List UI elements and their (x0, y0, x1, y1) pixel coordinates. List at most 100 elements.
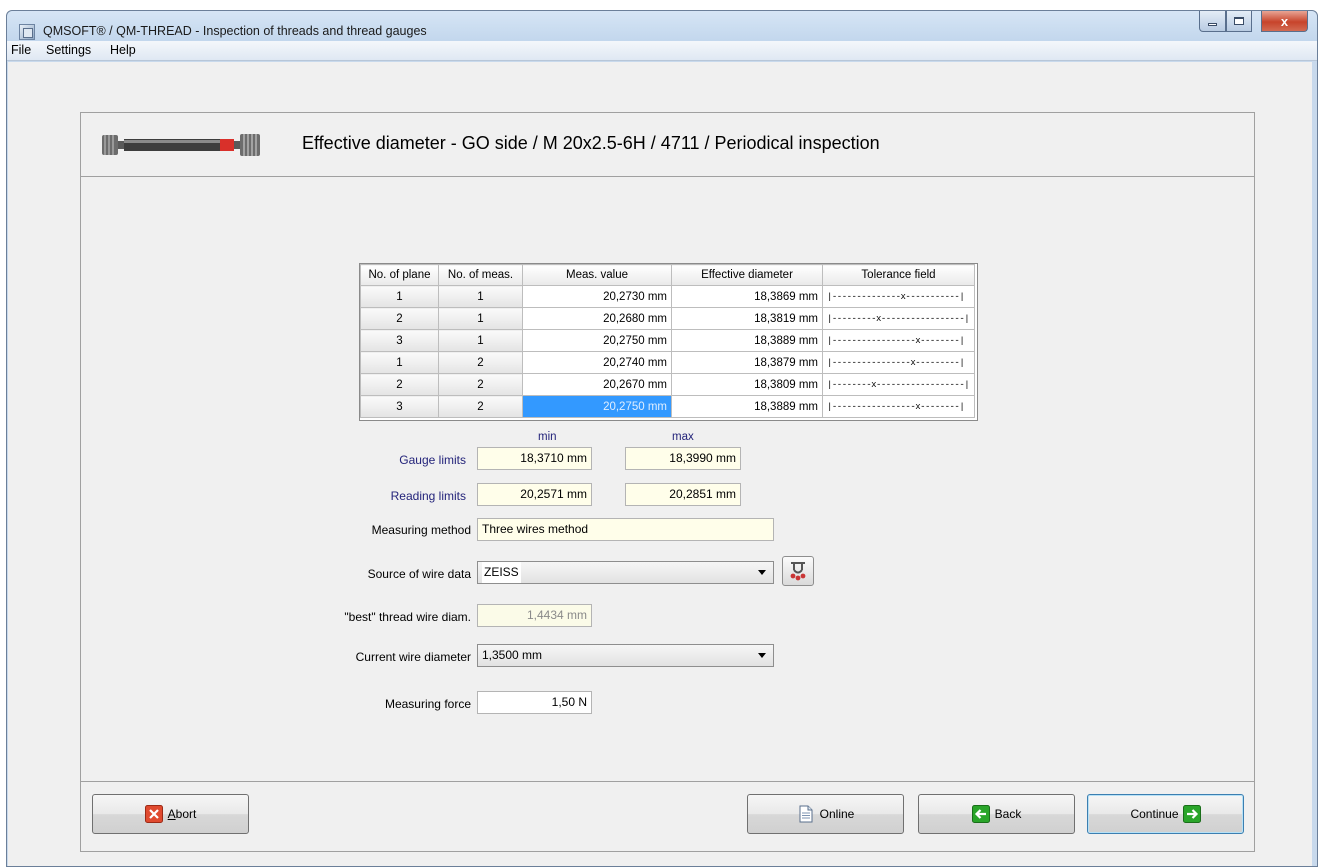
cell-plane: 3 (360, 329, 439, 352)
cell-meas: 2 (438, 395, 523, 418)
wire-source-label: Source of wire data (367, 567, 471, 581)
main-panel: Effective diameter - GO side / M 20x2.5-… (80, 112, 1255, 852)
measurement-table: No. of plane No. of meas. Meas. value Ef… (360, 264, 975, 418)
minimize-icon (1208, 23, 1217, 26)
panel-header: Effective diameter - GO side / M 20x2.5-… (81, 113, 1254, 177)
cell-meas: 2 (438, 373, 523, 396)
gauge-max-field: 18,3990 mm (625, 447, 741, 470)
menu-bar: File Settings Help (7, 41, 1317, 61)
cell-meas: 1 (438, 285, 523, 308)
back-label: Back (994, 807, 1022, 821)
max-header: max (672, 431, 694, 443)
cell-tolerance: |---------x-----------------| (822, 307, 975, 330)
cell-plane: 1 (360, 285, 439, 308)
abort-button[interactable]: Abort (92, 794, 249, 834)
back-button[interactable]: Back (918, 794, 1075, 834)
cell-meas: 1 (438, 307, 523, 330)
close-button[interactable]: x (1261, 11, 1308, 32)
green-arrow-right-icon (1182, 805, 1201, 823)
table-row[interactable]: 2 1 20,2680 mm 18,3819 mm |---------x---… (360, 307, 975, 330)
col-header-effective[interactable]: Effective diameter (671, 264, 823, 286)
cell-plane: 1 (360, 351, 439, 374)
table-row[interactable]: 1 1 20,2730 mm 18,3869 mm |-------------… (360, 285, 975, 308)
table-row[interactable]: 3 1 20,2750 mm 18,3889 mm |-------------… (360, 329, 975, 352)
menu-help[interactable]: Help (110, 43, 136, 57)
best-wire-field: 1,4434 mm (477, 604, 592, 627)
cell-plane: 3 (360, 395, 439, 418)
cell-value-selected[interactable]: 20,2750 mm (522, 395, 672, 418)
cell-effective: 18,3819 mm (671, 307, 823, 330)
footer-divider (81, 781, 1254, 782)
min-header: min (538, 431, 557, 443)
cell-value[interactable]: 20,2750 mm (522, 329, 672, 352)
gauge-min-field: 18,3710 mm (477, 447, 592, 470)
col-header-plane[interactable]: No. of plane (360, 264, 439, 286)
col-header-tolerance[interactable]: Tolerance field (822, 264, 975, 286)
online-label: Online (819, 807, 855, 821)
menu-settings[interactable]: Settings (46, 43, 91, 57)
thread-gauge-icon (102, 134, 260, 156)
col-header-meas[interactable]: No. of meas. (438, 264, 523, 286)
chevron-down-icon (758, 653, 766, 658)
measurement-grid[interactable]: No. of plane No. of meas. Meas. value Ef… (359, 263, 978, 421)
reading-max-field: 20,2851 mm (625, 483, 741, 506)
cell-meas: 2 (438, 351, 523, 374)
app-icon[interactable] (19, 24, 35, 40)
cell-value[interactable]: 20,2680 mm (522, 307, 672, 330)
app-window: QMSOFT® / QM-THREAD - Inspection of thre… (6, 10, 1318, 867)
abort-mnemonic: A (167, 807, 176, 821)
cell-tolerance: |--------------x-----------| (822, 285, 975, 308)
thread-wire-icon (790, 562, 806, 581)
cell-tolerance: |--------x------------------| (822, 373, 975, 396)
cell-effective: 18,3869 mm (671, 285, 823, 308)
wire-data-button[interactable] (782, 556, 814, 586)
continue-label: Continue (1130, 807, 1179, 821)
chevron-down-icon (758, 570, 766, 575)
table-row-selected[interactable]: 3 2 20,2750 mm 18,3889 mm |-------------… (360, 395, 975, 418)
red-x-icon (144, 805, 163, 823)
minimize-button[interactable] (1199, 11, 1226, 32)
reading-limits-label: Reading limits (390, 489, 466, 503)
cell-value[interactable]: 20,2670 mm (522, 373, 672, 396)
table-row[interactable]: 1 2 20,2740 mm 18,3879 mm |-------------… (360, 351, 975, 374)
current-wire-label: Current wire diameter (355, 650, 471, 664)
client-area: Effective diameter - GO side / M 20x2.5-… (8, 62, 1312, 866)
cell-meas: 1 (438, 329, 523, 352)
cell-tolerance: |----------------x---------| (822, 351, 975, 374)
window-title: QMSOFT® / QM-THREAD - Inspection of thre… (43, 24, 427, 38)
maximize-icon (1234, 17, 1244, 25)
cell-effective: 18,3889 mm (671, 329, 823, 352)
maximize-button[interactable] (1226, 11, 1252, 32)
measuring-force-input[interactable]: 1,50 N (477, 691, 592, 714)
abort-label: bort (175, 807, 197, 821)
continue-button[interactable]: Continue (1087, 794, 1244, 834)
best-wire-label: "best" thread wire diam. (344, 610, 471, 624)
menu-file[interactable]: File (11, 43, 31, 57)
cell-value[interactable]: 20,2730 mm (522, 285, 672, 308)
cell-effective: 18,3889 mm (671, 395, 823, 418)
wire-source-select[interactable]: ZEISS (477, 561, 774, 584)
table-header-row: No. of plane No. of meas. Meas. value Ef… (360, 264, 975, 286)
measuring-method-field: Three wires method (477, 518, 774, 541)
document-icon (797, 805, 815, 823)
current-wire-value: 1,3500 mm (482, 648, 543, 662)
cell-value[interactable]: 20,2740 mm (522, 351, 672, 374)
table-row[interactable]: 2 2 20,2670 mm 18,3809 mm |--------x----… (360, 373, 975, 396)
col-header-value[interactable]: Meas. value (522, 264, 672, 286)
current-wire-select[interactable]: 1,3500 mm (477, 644, 774, 667)
online-button[interactable]: Online (747, 794, 904, 834)
gauge-limits-label: Gauge limits (399, 453, 466, 467)
reading-min-field: 20,2571 mm (477, 483, 592, 506)
page-title: Effective diameter - GO side / M 20x2.5-… (302, 133, 880, 153)
cell-plane: 2 (360, 373, 439, 396)
measuring-force-label: Measuring force (384, 697, 471, 711)
green-arrow-left-icon (971, 805, 990, 823)
wire-source-value: ZEISS (482, 562, 521, 583)
cell-plane: 2 (360, 307, 439, 330)
cell-effective: 18,3879 mm (671, 351, 823, 374)
close-icon: x (1280, 13, 1289, 29)
cell-tolerance: |-----------------x--------| (822, 329, 975, 352)
cell-effective: 18,3809 mm (671, 373, 823, 396)
measuring-method-label: Measuring method (371, 523, 471, 537)
cell-tolerance: |-----------------x--------| (822, 395, 975, 418)
